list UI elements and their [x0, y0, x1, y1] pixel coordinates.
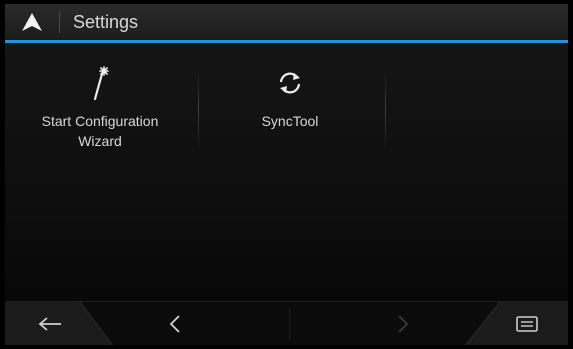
tile-label: SyncTool [261, 113, 319, 129]
settings-grid: Start Configuration Wizard SyncTool [5, 43, 568, 301]
header-bar: Settings [5, 4, 568, 40]
back-button[interactable] [5, 302, 95, 345]
navigation-arrow-icon [22, 13, 42, 31]
magic-wand-icon [93, 66, 109, 101]
tile-label: Start Configuration Wizard [41, 113, 159, 149]
tile-divider [385, 67, 386, 153]
start-configuration-wizard-tile[interactable]: Start Configuration Wizard [5, 43, 195, 163]
menu-icon [515, 316, 538, 332]
synctool-tile[interactable]: SyncTool [195, 43, 385, 163]
previous-page-button[interactable] [125, 302, 225, 345]
footer-bar [5, 301, 568, 345]
sync-icon [279, 72, 301, 94]
screen: Settings Start Configuration Wizard Sync… [5, 4, 568, 345]
menu-button[interactable] [485, 302, 568, 345]
next-page-button[interactable] [353, 302, 453, 345]
chevron-left-icon [169, 315, 180, 333]
back-arrow-icon [38, 317, 61, 331]
chevron-right-icon [398, 315, 409, 333]
footer-divider [289, 308, 290, 340]
page-title: Settings [73, 12, 139, 32]
navigation-button[interactable] [5, 4, 59, 40]
header-separator [59, 11, 60, 33]
